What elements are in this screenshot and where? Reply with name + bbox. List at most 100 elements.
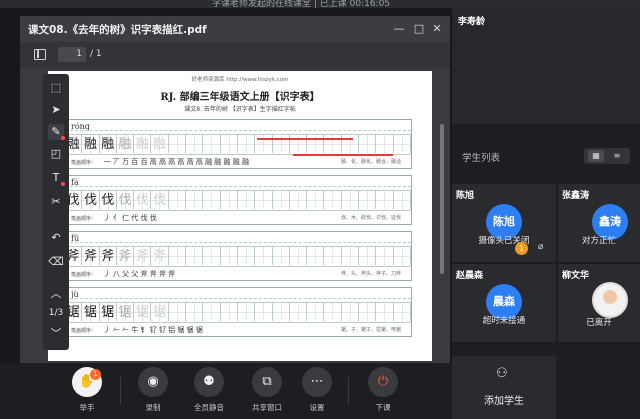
raise-hand-button[interactable]: ✋ 1 举手 xyxy=(62,367,112,417)
stroke-order: 笔画顺序： 丿 𠂉 𠂉 牛 钅 钌 钌 铝 锯 锯 锯 锯、子、锯子、拉锯、电锯 xyxy=(65,322,411,336)
settings-label: 设置 xyxy=(309,403,325,412)
student-name: 赵晨森 xyxy=(456,271,484,281)
tracing-cells: 融 融 融 融 融 融 xyxy=(65,134,411,153)
student-status: 已离开 xyxy=(586,318,612,328)
stroke-sequence: 一 丆 万 百 百 鬲 鬲 鬲 鬲 鬲 鬲 融 融 融 融 融 xyxy=(103,158,249,166)
share-screen-icon: ⧉ xyxy=(252,367,282,397)
tracing-cells: 伐 伐 伐 伐 伐 伐 xyxy=(65,190,411,209)
record-icon: ◉ xyxy=(138,367,168,397)
pdf-title: 课文08.《去年的树》识字表描红.pdf xyxy=(28,24,207,36)
pointer-icon[interactable]: ➤ xyxy=(48,102,64,118)
toolbar-pager: 1/3 xyxy=(48,308,64,318)
raise-hand-label: 举手 xyxy=(79,403,95,412)
pdf-titlebar[interactable]: 课文08.《去年的树》识字表描红.pdf — □ ✕ xyxy=(20,16,450,42)
add-student-label: 添加学生 xyxy=(484,396,524,407)
avatar xyxy=(592,282,628,318)
raise-hand-count: 1 xyxy=(90,369,101,380)
word-examples: 锯、子、锯子、拉锯、电锯 xyxy=(340,327,401,333)
annotation-redline xyxy=(257,138,353,140)
trace-cell: 伐 xyxy=(151,190,169,209)
mic-off-icon: ⌀ xyxy=(538,242,544,252)
char-row-ju: jù 锯 锯 锯 锯 锯 锯 笔画顺序： 丿 𠂉 𠂉 牛 钅 钌 钌 铝 锯 锯… xyxy=(64,287,412,337)
trace-cell: 锯 xyxy=(99,302,117,321)
trace-cell: 伐 xyxy=(82,190,100,209)
text-color-dot xyxy=(61,182,65,186)
trace-cell: 融 xyxy=(151,134,169,153)
doc-subtitle: 课文8. 去年的树 【识字表】生字描红字帖 xyxy=(184,106,296,113)
student-status: 对方正忙 xyxy=(581,236,616,246)
shape-icon[interactable]: ◰ xyxy=(48,146,64,162)
minimize-icon[interactable]: — xyxy=(392,22,406,36)
stroke-sequence: 丿 亻 仁 代 伐 伐 xyxy=(103,214,157,222)
page-site-header: 好老师资源库 http://www.hlszyk.com xyxy=(191,77,289,83)
list-view-icon[interactable]: ≡ xyxy=(609,150,625,162)
trace-cell: 融 xyxy=(82,134,100,153)
doc-title: RJ. 部编三年级语文上册【识字表】 xyxy=(160,92,320,103)
sidebar-toggle-icon[interactable] xyxy=(34,49,46,60)
raise-hand-badge-icon: 1 xyxy=(515,242,528,255)
maximize-icon[interactable]: □ xyxy=(412,22,426,36)
scissors-icon[interactable]: ✂ xyxy=(48,194,64,210)
trace-cell: 斧 xyxy=(134,246,152,265)
share-window-label: 共享窗口 xyxy=(252,403,282,412)
window-titlebar: 字课老师发起的在线课堂 | 已上课 00:16:05 xyxy=(0,0,640,9)
page-number-input[interactable]: 1 xyxy=(58,47,86,62)
share-window-button[interactable]: ⧉ 共享窗口 xyxy=(242,367,292,417)
teacher-video: 李寿龄 xyxy=(452,8,640,124)
pdf-window[interactable]: 课文08.《去年的树》识字表描红.pdf — □ ✕ 1 / 1 好老师资源库 … xyxy=(20,16,450,364)
add-student-button[interactable]: ⚇ 添加学生 xyxy=(452,356,556,419)
chevron-up-icon[interactable]: ︿ xyxy=(48,286,64,302)
pdf-scrollbar[interactable] xyxy=(440,124,444,274)
trace-cell: 伐 xyxy=(116,190,135,209)
add-user-icon: ⚇ xyxy=(496,366,508,381)
tracing-cells: 斧 斧 斧 斧 斧 斧 xyxy=(65,246,411,265)
word-examples: 融、化、融化、融合、融洽 xyxy=(340,159,401,165)
view-toggle: ▦ ≡ xyxy=(584,148,630,164)
char-row-rong: róng 融 融 融 融 融 融 笔画顺序： 一 丆 万 百 百 鬲 鬲 鬲 鬲… xyxy=(64,119,412,169)
word-examples: 斧、头、斧头、斧子、刀斧 xyxy=(340,271,401,277)
trace-cell: 斧 xyxy=(82,246,100,265)
grid-view-icon[interactable]: ▦ xyxy=(588,150,604,162)
stroke-order: 笔画顺序： 丿 八 父 父 斧 斧 斧 斧 斧、头、斧头、斧子、刀斧 xyxy=(65,266,411,280)
student-tile[interactable]: 陈旭 陈旭 摄像头已关闭 1 ⌀ xyxy=(452,184,556,262)
char-row-fa: fá 伐 伐 伐 伐 伐 伐 笔画顺序： 丿 亻 仁 代 伐 伐 伐、木、砍伐、… xyxy=(64,175,412,225)
page-total: / 1 xyxy=(90,49,102,59)
trace-cell: 斧 xyxy=(151,246,169,265)
student-tile[interactable]: 赵晨森 晨森 超时未接通 xyxy=(452,264,556,342)
close-icon[interactable]: ✕ xyxy=(430,22,444,36)
trace-cell: 锯 xyxy=(116,302,135,321)
student-tile[interactable]: 张鑫涛 鑫涛 对方正忙 xyxy=(558,184,640,262)
record-button[interactable]: ◉ 录制 xyxy=(128,367,178,417)
mute-all-button[interactable]: ⚉ 全员静音 xyxy=(184,367,234,417)
stroke-order: 笔画顺序： 丿 亻 仁 代 伐 伐 伐、木、砍伐、讨伐、征伐 xyxy=(65,210,411,224)
undo-icon[interactable]: ↶ xyxy=(48,230,64,246)
settings-button[interactable]: ⋯ 设置 xyxy=(292,367,342,417)
end-class-button[interactable]: ⏻ 下课 xyxy=(358,367,408,417)
word-examples: 伐、木、砍伐、讨伐、征伐 xyxy=(340,215,401,221)
trace-cell: 融 xyxy=(99,134,117,153)
pdf-page: 好老师资源库 http://www.hlszyk.com RJ. 部编三年级语文… xyxy=(48,71,432,361)
student-name: 张鑫涛 xyxy=(562,191,590,201)
select-box-icon[interactable]: ⬚ xyxy=(48,80,64,96)
stroke-order: 笔画顺序： 一 丆 万 百 百 鬲 鬲 鬲 鬲 鬲 鬲 融 融 融 融 融 融、… xyxy=(65,154,411,168)
student-name: 陈旭 xyxy=(456,191,475,201)
stroke-sequence: 丿 八 父 父 斧 斧 斧 斧 xyxy=(103,270,176,278)
classroom-app: 字课老师发起的在线课堂 | 已上课 00:16:05 课文08.《去年的树》识字… xyxy=(0,0,640,419)
end-class-label: 下课 xyxy=(375,403,391,412)
students-title: 学生列表 xyxy=(462,153,501,164)
chevron-down-icon[interactable]: ﹀ xyxy=(48,326,64,342)
mute-all-label: 全员静音 xyxy=(194,403,224,412)
student-tile[interactable]: 柳文华 已离开 xyxy=(558,264,640,342)
main-stage: 课文08.《去年的树》识字表描红.pdf — □ ✕ 1 / 1 好老师资源库 … xyxy=(0,8,452,364)
trace-cell: 锯 xyxy=(134,302,152,321)
char-row-fu: fǔ 斧 斧 斧 斧 斧 斧 笔画顺序： 丿 八 父 父 斧 斧 斧 斧 斧、头… xyxy=(64,231,412,281)
trace-cell xyxy=(168,134,187,153)
trace-cell: 融 xyxy=(116,134,135,153)
student-name: 柳文华 xyxy=(562,271,590,281)
mute-all-icon: ⚉ xyxy=(194,367,224,397)
student-status: 超时未接通 xyxy=(482,316,526,326)
eraser-icon[interactable]: ⌫ xyxy=(48,254,64,270)
more-icon: ⋯ xyxy=(302,367,332,397)
power-icon: ⏻ xyxy=(368,367,398,397)
pen-color-dot xyxy=(61,136,65,140)
